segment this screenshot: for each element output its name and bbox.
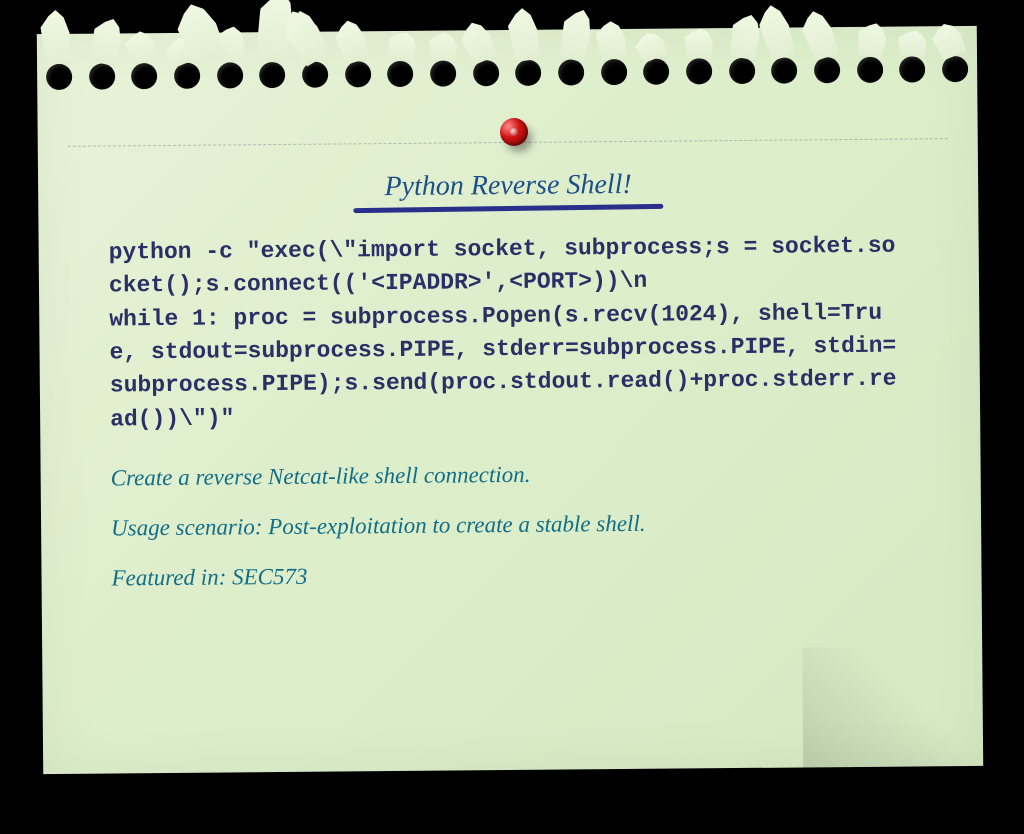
torn-paper-flap [727,12,764,61]
torn-paper-flap [594,20,629,61]
torn-paper-flap [755,2,799,62]
spiral-hole [601,59,627,85]
spiral-hole [174,63,200,89]
torn-paper-flap [897,29,929,57]
torn-paper-flap [258,10,295,64]
torn-paper-flap [855,21,890,59]
note-content: Python Reverse Shell! python -c "exec(\"… [108,167,912,614]
spiral-hole [771,57,797,83]
torn-paper-flap [929,19,969,61]
torn-paper-flap [386,30,421,63]
torn-paper-flap [331,17,372,66]
torn-paper-flap [124,29,159,66]
spiral-hole [131,63,157,89]
torn-paper-flap [456,17,499,66]
spiral-hole [515,60,541,86]
title-underline [353,204,663,213]
spiral-hole [814,57,840,83]
scene: Python Reverse Shell! python -c "exec(\"… [0,0,1024,834]
torn-paper-flap [797,7,841,62]
spiral-hole [942,56,968,82]
torn-paper-flap [556,6,596,63]
torn-paper-flap [276,4,333,69]
torn-paper-flap [252,0,299,63]
torn-paper-flap [215,26,247,63]
spiral-hole [643,59,669,85]
spiral-hole [259,62,285,88]
spiral-hole [857,57,883,83]
torn-paper-flap [284,6,329,66]
push-pin-icon [500,118,532,150]
torn-paper-flap [684,28,715,59]
spiral-hole [217,62,243,88]
torn-paper-flap [163,33,201,69]
spiral-hole [558,59,584,85]
torn-paper-flap [428,33,459,61]
code-block: python -c "exec(\"import socket, subproc… [109,230,911,437]
spiral-hole [473,60,499,86]
spiral-hole [345,61,371,87]
paper-corner-shadow [802,646,983,768]
spiral-hole [302,62,328,88]
spiral-hole [46,64,72,90]
description-text: Create a reverse Netcat-like shell conne… [111,456,911,495]
torn-paper-flap [632,28,670,64]
spiral-hole [729,58,755,84]
spiral-hole [899,56,925,82]
spiral-hole [387,61,413,87]
featured-text: Featured in: SEC573 [111,556,911,595]
torn-paper-flap [171,0,231,68]
spiral-hole [430,60,456,86]
spiral-hole [686,58,712,84]
torn-paper-flap [87,15,126,67]
usage-text: Usage scenario: Post-exploitation to cre… [111,506,911,545]
torn-paper-flap [39,9,74,66]
spiral-hole [89,63,115,89]
note-title: Python Reverse Shell! [108,167,908,206]
torn-paper-flap [506,6,543,62]
spiral-torn-edge [37,24,978,102]
